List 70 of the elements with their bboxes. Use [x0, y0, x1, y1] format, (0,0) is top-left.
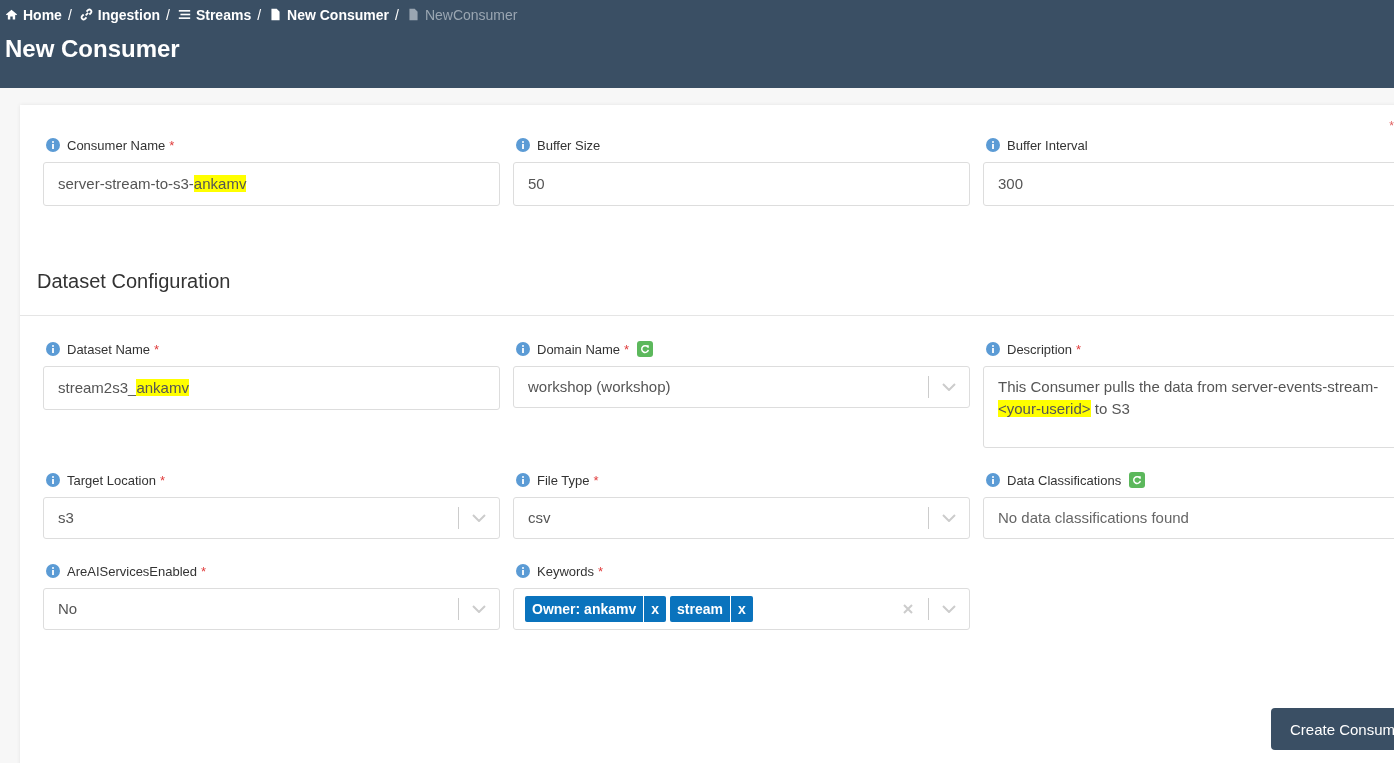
refresh-button[interactable] [1129, 472, 1146, 488]
info-icon [516, 342, 530, 356]
chevron-down-icon [472, 514, 486, 522]
field-label: Consumer Name [67, 137, 166, 153]
dropdown[interactable]: csv [513, 497, 970, 539]
tag-label: Owner: ankamv [531, 600, 638, 619]
required-mark: * [593, 472, 599, 488]
field-label: Domain Name [537, 341, 621, 357]
create-consumer-button[interactable]: Create Consum [1271, 708, 1394, 750]
field-label: File Type [537, 472, 590, 488]
refresh-button[interactable] [637, 341, 654, 357]
info-icon [516, 138, 530, 152]
info-icon [986, 342, 1000, 356]
breadcrumb-link[interactable]: New Consumer [269, 6, 389, 23]
refresh-icon [1132, 475, 1143, 485]
text-field[interactable]: 50 [513, 162, 970, 206]
chevron-down-icon [942, 383, 956, 391]
tag-label: stream [676, 600, 724, 619]
info-icon [516, 473, 530, 487]
file-icon [406, 8, 420, 21]
home-icon [5, 8, 18, 21]
section-title: Dataset Configuration [37, 270, 232, 293]
info-icon [46, 138, 60, 152]
required-mark: * [1076, 341, 1082, 357]
breadcrumb-link[interactable]: Home [5, 6, 62, 23]
field-label: Dataset Name [67, 341, 151, 357]
text-area[interactable]: This Consumer pulls the data from server-events-stream- <your-userid> to S3 [983, 366, 1394, 448]
field-label: AreAIServicesEnabled [67, 563, 198, 579]
field-label: Description [1007, 341, 1073, 357]
file-icon [269, 8, 283, 21]
list-icon [177, 8, 191, 21]
required-mark: * [598, 563, 604, 579]
link-icon [79, 8, 93, 21]
info-icon [46, 564, 60, 578]
field-label: Buffer Interval [1007, 137, 1088, 153]
chevron-down-icon [472, 605, 486, 613]
field-label: Data Classifications [1007, 472, 1122, 488]
dropdown[interactable]: No [43, 588, 500, 630]
required-mark: * [624, 341, 630, 357]
chevron-down-icon [942, 514, 956, 522]
breadcrumb-separator: / [166, 6, 170, 23]
required-mark: * [159, 472, 165, 488]
info-icon [986, 138, 1000, 152]
breadcrumb-link[interactable]: Streams [177, 6, 252, 23]
text-field[interactable]: 300 [983, 162, 1394, 206]
breadcrumb-link[interactable]: Ingestion [79, 6, 161, 23]
field-label: Keywords [537, 563, 595, 579]
dropdown[interactable]: workshop (workshop) [513, 366, 970, 408]
info-icon [516, 564, 530, 578]
page-title: New Consumer [5, 35, 181, 63]
info-icon [46, 473, 60, 487]
required-note: * [1389, 119, 1394, 133]
remove-tag-button[interactable]: x [643, 596, 667, 622]
required-mark: * [154, 341, 160, 357]
required-mark: * [169, 137, 175, 153]
field-label: Buffer Size [537, 137, 601, 153]
remove-tag-button[interactable]: x [730, 596, 753, 622]
breadcrumb-separator: / [395, 6, 399, 23]
refresh-icon [640, 344, 651, 354]
chevron-down-icon [942, 605, 956, 613]
info-icon [986, 473, 1000, 487]
tag-field[interactable]: Owner: ankamv x stream x [513, 588, 970, 630]
required-mark: * [201, 563, 207, 579]
breadcrumb-separator: / [257, 6, 262, 23]
dropdown[interactable]: s3 [43, 497, 500, 539]
info-icon [46, 342, 60, 356]
field-label: Target Location [67, 472, 156, 488]
input-field[interactable]: No data classifications found [983, 497, 1394, 539]
breadcrumb-separator: / [67, 6, 72, 23]
clear-icon[interactable] [902, 603, 914, 615]
